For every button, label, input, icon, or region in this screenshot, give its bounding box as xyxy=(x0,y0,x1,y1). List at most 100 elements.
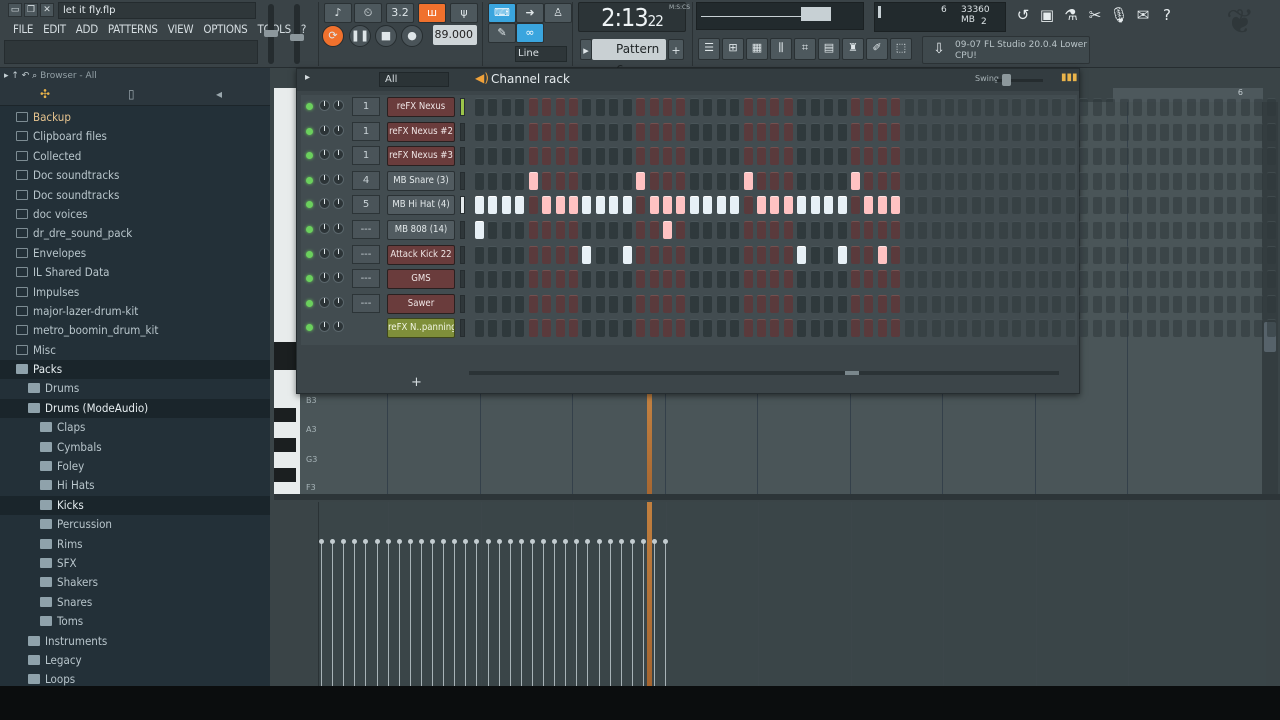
step-button[interactable] xyxy=(475,221,484,239)
mixer-track-number[interactable]: --- xyxy=(352,269,380,289)
step-button[interactable] xyxy=(797,294,807,313)
step-button[interactable] xyxy=(824,147,834,166)
step-button[interactable] xyxy=(1186,221,1196,239)
step-button[interactable] xyxy=(1133,147,1143,166)
step-button[interactable] xyxy=(1079,270,1089,289)
step-button[interactable] xyxy=(716,171,726,190)
step-button[interactable] xyxy=(824,196,834,215)
step-button[interactable] xyxy=(1065,294,1075,313)
step-button[interactable] xyxy=(595,245,605,264)
step-button[interactable] xyxy=(1240,270,1250,289)
step-button[interactable] xyxy=(1012,221,1022,239)
step-button[interactable] xyxy=(703,270,713,289)
step-button[interactable] xyxy=(1159,171,1169,190)
step-button[interactable] xyxy=(1159,221,1169,239)
cut-icon[interactable]: ✂ xyxy=(1084,4,1106,26)
step-button[interactable] xyxy=(528,319,538,338)
step-button[interactable] xyxy=(810,221,820,239)
step-button[interactable] xyxy=(730,147,740,166)
add-channel-button[interactable]: + xyxy=(411,375,422,390)
project-icon[interactable]: ▤ xyxy=(818,38,840,60)
channel-select-indicator[interactable] xyxy=(460,270,465,289)
step-button[interactable] xyxy=(757,221,767,239)
channel-name-button[interactable]: reFX Nexus #2 xyxy=(387,121,455,142)
step-button[interactable] xyxy=(730,245,740,264)
step-button[interactable] xyxy=(676,294,686,313)
step-button[interactable] xyxy=(542,221,552,239)
step-button[interactable] xyxy=(770,319,780,338)
browser-item[interactable]: Impulses xyxy=(0,283,270,302)
menu-patterns[interactable]: PATTERNS xyxy=(103,20,163,38)
step-button[interactable] xyxy=(945,319,955,338)
velocity-bar[interactable] xyxy=(332,542,334,686)
master-pitch-slider[interactable] xyxy=(290,4,304,64)
channel-volume-knob[interactable] xyxy=(333,149,344,161)
step-button[interactable] xyxy=(1039,221,1049,239)
black-key[interactable] xyxy=(274,438,296,452)
step-button[interactable] xyxy=(716,245,726,264)
step-button[interactable] xyxy=(971,221,981,239)
step-button[interactable] xyxy=(1092,196,1102,215)
step-button[interactable] xyxy=(998,270,1008,289)
step-button[interactable] xyxy=(1186,98,1196,116)
step-button[interactable] xyxy=(1065,196,1075,215)
step-button[interactable] xyxy=(475,98,484,116)
pattern-song-toggle-icon[interactable]: ⟳ xyxy=(322,25,344,47)
velocity-bar[interactable] xyxy=(420,542,422,686)
velocity-handle[interactable] xyxy=(552,539,558,544)
step-button[interactable] xyxy=(595,294,605,313)
step-button[interactable] xyxy=(1267,270,1277,289)
velocity-handle[interactable] xyxy=(396,539,402,544)
step-button[interactable] xyxy=(797,122,807,141)
velocity-bar[interactable] xyxy=(642,542,644,686)
channel-mute-led[interactable] xyxy=(306,324,313,332)
step-button[interactable] xyxy=(1065,98,1075,116)
step-button[interactable] xyxy=(783,245,793,264)
step-button[interactable] xyxy=(1267,122,1277,141)
step-button[interactable] xyxy=(931,171,941,190)
step-button[interactable] xyxy=(1052,122,1062,141)
step-button[interactable] xyxy=(770,196,780,215)
browser-item[interactable]: Legacy xyxy=(0,651,270,670)
velocity-handle[interactable] xyxy=(541,539,546,544)
step-button[interactable] xyxy=(676,270,686,289)
step-button[interactable] xyxy=(1106,319,1116,338)
step-button[interactable] xyxy=(1012,147,1022,166)
step-button[interactable] xyxy=(851,196,861,215)
channel-pan-knob[interactable] xyxy=(319,321,330,333)
pattern-selector[interactable]: Pattern 6 xyxy=(592,39,666,77)
step-button[interactable] xyxy=(770,98,780,116)
step-button[interactable] xyxy=(1092,245,1102,264)
step-button[interactable] xyxy=(1200,319,1210,338)
step-button[interactable] xyxy=(851,245,861,264)
velocity-handle[interactable] xyxy=(518,539,524,544)
step-button[interactable] xyxy=(891,294,901,313)
step-button[interactable] xyxy=(1159,245,1169,264)
step-button[interactable] xyxy=(1227,147,1237,166)
step-button[interactable] xyxy=(1159,147,1169,166)
step-button[interactable] xyxy=(582,221,592,239)
step-button[interactable] xyxy=(1119,319,1129,338)
step-button[interactable] xyxy=(569,171,578,190)
step-button[interactable] xyxy=(1186,196,1196,215)
step-button[interactable] xyxy=(931,196,941,215)
step-button[interactable] xyxy=(542,147,552,166)
step-button[interactable] xyxy=(595,270,605,289)
step-button[interactable] xyxy=(488,147,498,166)
step-button[interactable] xyxy=(770,147,780,166)
step-button[interactable] xyxy=(918,294,928,313)
step-button[interactable] xyxy=(1119,147,1129,166)
step-button[interactable] xyxy=(1213,171,1223,190)
step-button[interactable] xyxy=(797,98,807,116)
rack-filter-select[interactable]: All xyxy=(379,72,449,87)
step-button[interactable] xyxy=(1012,270,1022,289)
step-button[interactable] xyxy=(770,122,780,141)
step-button[interactable] xyxy=(1065,319,1075,338)
channel-mute-led[interactable] xyxy=(306,176,313,184)
step-button[interactable] xyxy=(488,98,498,116)
browser-item[interactable]: Kicks xyxy=(0,495,270,516)
step-button[interactable] xyxy=(582,196,592,215)
step-button[interactable] xyxy=(528,270,538,289)
browser-item[interactable]: Clipboard files xyxy=(0,127,270,146)
step-button[interactable] xyxy=(488,196,498,215)
